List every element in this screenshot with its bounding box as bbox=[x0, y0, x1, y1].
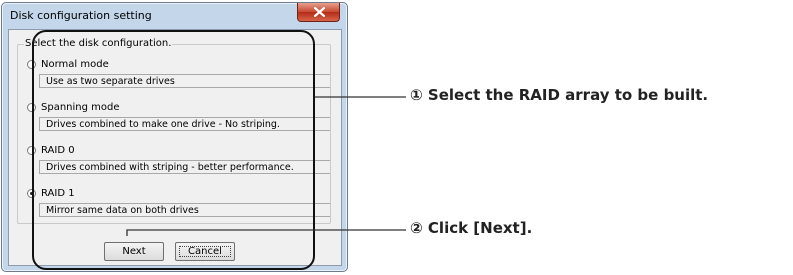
callout-line-2 bbox=[126, 229, 406, 236]
callout-lines bbox=[126, 96, 406, 236]
callout-click-next: ② Click [Next]. bbox=[410, 219, 533, 237]
callout-select-raid: ① Select the RAID array to be built. bbox=[410, 86, 709, 104]
